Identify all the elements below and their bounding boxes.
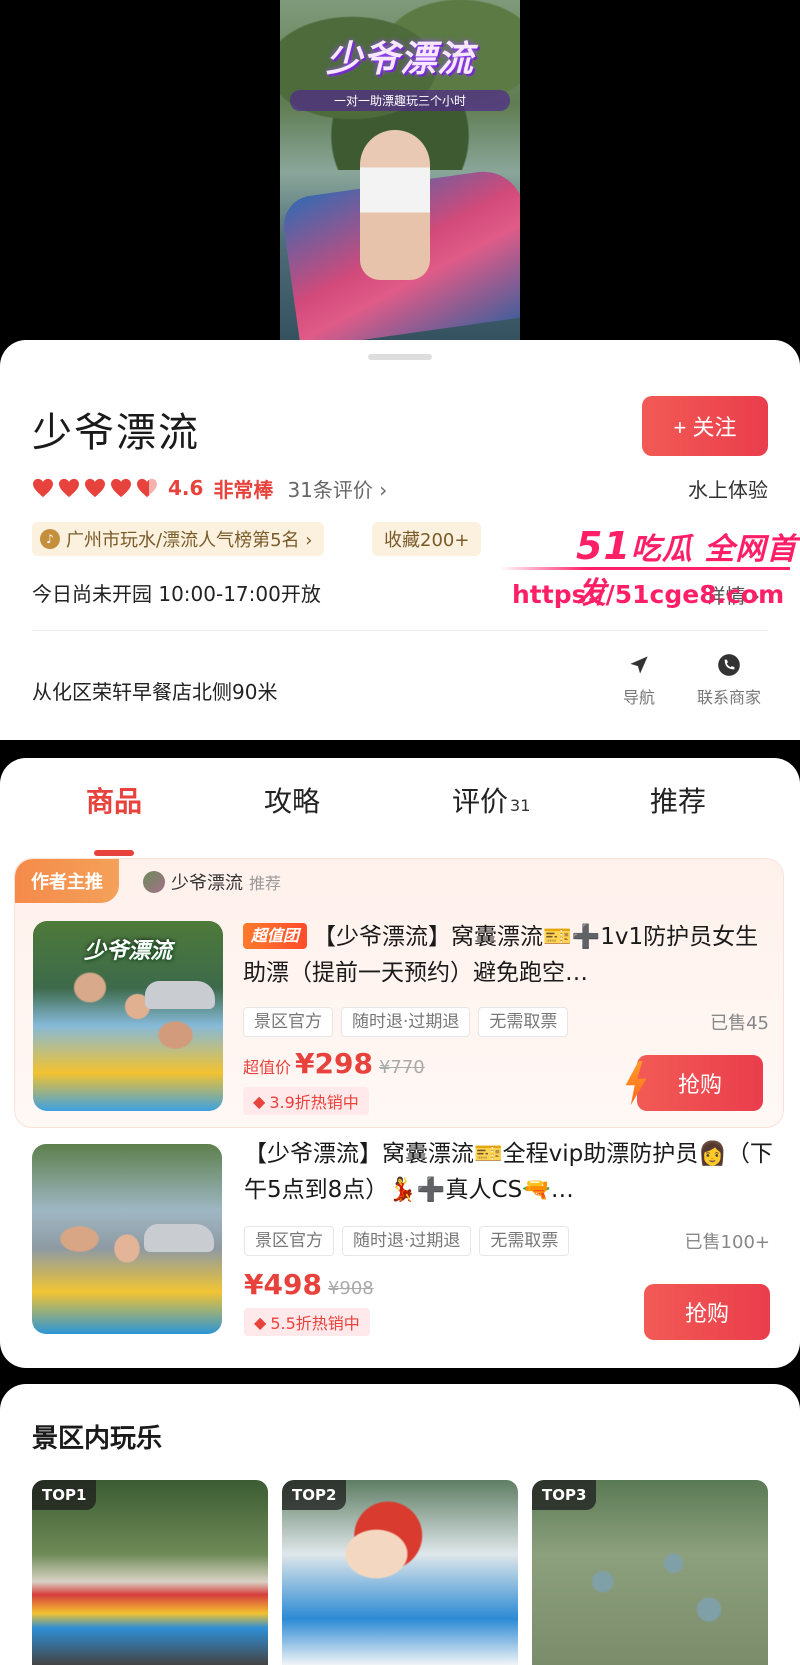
price-block: ¥498 ¥908 (244, 1268, 374, 1301)
deal-badge: 超值团 (243, 923, 308, 949)
top-rank-label: TOP2 (282, 1480, 347, 1510)
navigation-label: 导航 (622, 688, 655, 707)
drag-handle[interactable] (368, 354, 432, 360)
scenic-activities-card: 景区内玩乐 TOP1 TOP2 TOP3 (0, 1384, 800, 1665)
rating-row[interactable]: 4.6 非常棒 31条评价 › (32, 472, 387, 504)
watermark: 51吃瓜 全网首发 https://51cge8.com (500, 520, 800, 620)
thumbnail-title: 少爷漂流 (83, 939, 172, 964)
tab-recommend[interactable]: 推荐 (650, 780, 706, 820)
rating-word: 非常棒 (213, 477, 274, 502)
tab-reviews[interactable]: 评价 31 (452, 780, 530, 820)
hero-video-area[interactable]: 少爷漂流 一对一助漂趣玩三个小时 (0, 0, 800, 345)
shop-name: 少爷漂流 (32, 410, 200, 456)
product-tags: 景区官方 随时退·过期退 无需取票 (244, 1226, 577, 1256)
avatar (143, 871, 165, 893)
scenic-tile[interactable]: TOP2 (282, 1480, 518, 1665)
discount-text: 5.5折热销中 (270, 1314, 360, 1333)
top-rank-label: TOP1 (32, 1480, 97, 1510)
buy-label: 抢购 (684, 1301, 729, 1326)
watermark-url: https://51cge8.com (512, 580, 785, 609)
product-thumbnail[interactable]: 少爷漂流 (33, 921, 223, 1111)
section-title: 景区内玩乐 (32, 1424, 163, 1454)
hero-title: 少爷漂流 (325, 39, 474, 80)
product-thumbnail[interactable] (32, 1144, 222, 1334)
discount-text: 3.9折热销中 (269, 1093, 359, 1112)
tag: 无需取票 (478, 1007, 569, 1037)
phone-icon (718, 654, 740, 676)
active-tab-indicator (94, 850, 134, 856)
price-original: ¥770 (378, 1057, 425, 1078)
douyin-icon: ♪ (40, 529, 60, 549)
discount-tag-icon: ◆ (253, 1091, 266, 1111)
author-pick-tag: 作者主推 (15, 859, 119, 903)
discount-badge: ◆ 5.5折热销中 (244, 1308, 370, 1336)
navigation-action[interactable]: 导航 (594, 652, 684, 708)
tab-bar: 商品 攻略 评价 31 推荐 (0, 780, 800, 856)
address[interactable]: 从化区荣轩早餐店北侧90米 (32, 676, 277, 705)
rank-badge-text: 广州市玩水/漂流人气榜第5名 › (66, 530, 313, 551)
lightning-icon (625, 1061, 647, 1105)
hero-image[interactable]: 少爷漂流 一对一助漂趣玩三个小时 (280, 0, 520, 345)
tag: 无需取票 (479, 1226, 570, 1256)
product-title[interactable]: 超值团 【少爷漂流】窝囊漂流🎫➕1v1防护员女生助漂（提前一天预约）避免跑空… (243, 919, 763, 991)
opening-hours: 今日尚未开园 10:00-17:00开放 (32, 582, 321, 606)
tab-reviews-label: 评价 (452, 785, 509, 818)
category-label: 水上体验 (688, 478, 768, 502)
author-line: 少爷漂流 推荐 (143, 869, 281, 895)
tab-guides-label: 攻略 (264, 785, 321, 818)
price-current: ¥298 (295, 1047, 373, 1080)
product-title[interactable]: 【少爷漂流】窝囊漂流🎫全程vip助漂防护员👩（下午5点到8点）💃➕真人CS🔫… (244, 1136, 774, 1208)
buy-button[interactable]: 抢购 (625, 1055, 763, 1111)
buy-label: 抢购 (677, 1072, 722, 1097)
car-shape (145, 981, 215, 1009)
rank-badge[interactable]: ♪ 广州市玩水/漂流人气榜第5名 › (32, 522, 325, 556)
divider (32, 630, 768, 631)
hero-subtitle: 一对一助漂趣玩三个小时 (290, 90, 510, 111)
tab-products-label: 商品 (86, 785, 143, 818)
products-card: 商品 攻略 评价 31 推荐 作者主推 少爷漂流 推荐 少爷漂流 超值团 【少爷漂流… (0, 758, 800, 1368)
product-title-text: 【少爷漂流】窝囊漂流🎫➕1v1防护员女生助漂（提前一天预约）避免跑空… (243, 924, 759, 986)
featured-product[interactable]: 作者主推 少爷漂流 推荐 少爷漂流 超值团 【少爷漂流】窝囊漂流🎫➕1v1防护员女… (14, 858, 784, 1128)
heart-icon (32, 478, 54, 498)
author-recommend: 推荐 (249, 874, 282, 893)
rating-score: 4.6 (168, 476, 204, 500)
contact-merchant-action[interactable]: 联系商家 (684, 652, 774, 708)
price-label: 超值价 (243, 1058, 292, 1077)
buy-button[interactable]: 抢购 (644, 1284, 770, 1340)
hero-person (360, 130, 430, 280)
sold-count: 已售100+ (684, 1232, 770, 1253)
sold-count: 已售45 (710, 1013, 769, 1034)
watermark-number: 51 (576, 524, 631, 568)
scenic-tile[interactable]: TOP3 (532, 1480, 768, 1665)
tag: 景区官方 (244, 1226, 334, 1256)
discount-badge: ◆ 3.9折热销中 (243, 1087, 369, 1115)
navigation-arrow-icon (630, 656, 648, 674)
watermark-bar (500, 567, 790, 570)
review-count-link[interactable]: 31条评价 › (287, 474, 387, 503)
tag: 景区官方 (243, 1007, 333, 1037)
tab-guides[interactable]: 攻略 (264, 780, 320, 820)
heart-icon (110, 478, 132, 498)
discount-tag-icon: ◆ (254, 1312, 267, 1332)
heart-half-icon (136, 478, 158, 498)
heart-icon (58, 478, 80, 498)
price-current: ¥498 (244, 1268, 322, 1301)
heart-icon (84, 478, 106, 498)
price-original: ¥908 (327, 1278, 374, 1299)
tab-reviews-count: 31 (510, 796, 531, 815)
top-rank-label: TOP3 (532, 1480, 597, 1510)
contact-merchant-label: 联系商家 (696, 688, 761, 707)
follow-button[interactable]: + 关注 (642, 396, 768, 456)
scenic-tile[interactable]: TOP1 (32, 1480, 268, 1665)
car-shape (144, 1224, 214, 1252)
product-tags: 景区官方 随时退·过期退 无需取票 (243, 1007, 576, 1037)
tag: 随时退·过期退 (342, 1226, 472, 1256)
tab-recommend-label: 推荐 (650, 785, 707, 818)
favorites-badge: 收藏200+ (372, 522, 482, 556)
tag: 随时退·过期退 (341, 1007, 471, 1037)
tab-products[interactable]: 商品 (86, 780, 142, 820)
price-block: 超值价 ¥298 ¥770 (243, 1047, 425, 1080)
author-name: 少爷漂流 (171, 873, 243, 894)
